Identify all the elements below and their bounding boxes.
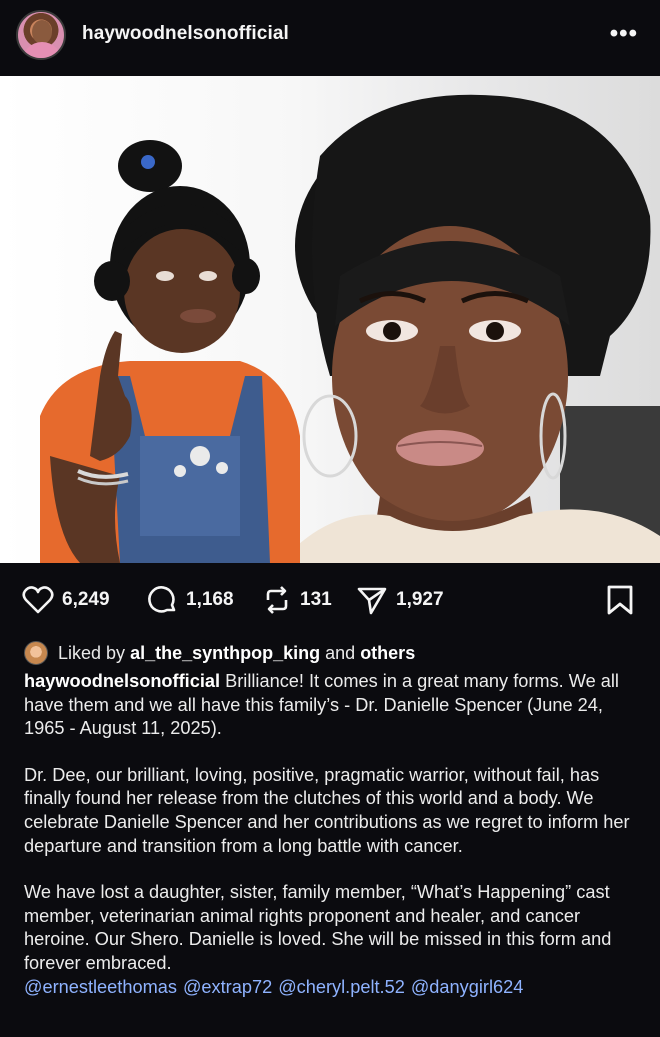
post-image[interactable] bbox=[0, 76, 660, 563]
comment-action[interactable]: 1,168 bbox=[146, 580, 234, 620]
send-icon[interactable] bbox=[356, 584, 388, 616]
more-options-icon[interactable]: ••• bbox=[610, 22, 638, 46]
post-actions: 6,249 1,168 131 1,927 bbox=[0, 580, 660, 620]
heart-icon[interactable] bbox=[22, 585, 54, 615]
caption-mentions: @ernestleethomas @extrap72 @cheryl.pelt.52… bbox=[24, 976, 640, 1000]
comment-icon[interactable] bbox=[146, 584, 178, 616]
profile-avatar[interactable] bbox=[16, 10, 66, 60]
bookmark-icon[interactable] bbox=[606, 584, 634, 616]
repost-count: 131 bbox=[300, 589, 332, 610]
caption-paragraph-2: Dr. Dee, our brilliant, loving, positive… bbox=[24, 764, 630, 856]
like-count: 6,249 bbox=[62, 589, 110, 610]
post-username[interactable]: haywoodnelsonofficial bbox=[82, 23, 289, 45]
liked-by-row: Liked by al_the_synthpop_king and others bbox=[24, 640, 415, 666]
share-action[interactable]: 1,927 bbox=[356, 580, 444, 620]
liker-avatar[interactable] bbox=[24, 641, 48, 665]
avatar-shirt bbox=[22, 42, 62, 58]
avatar-face bbox=[32, 20, 52, 44]
liked-by-others[interactable]: others bbox=[360, 643, 415, 664]
caption-paragraph-1: haywoodnelsonofficial Brilliance! It com… bbox=[24, 670, 640, 741]
liked-by-connector: and bbox=[325, 642, 356, 663]
post-photo-illustration bbox=[40, 94, 660, 563]
mention-link[interactable]: @danygirl624 bbox=[411, 977, 524, 997]
repost-icon[interactable] bbox=[262, 584, 292, 616]
liked-by-prefix: Liked by bbox=[58, 642, 126, 663]
mention-link[interactable]: @extrap72 bbox=[183, 977, 272, 997]
save-button[interactable] bbox=[606, 584, 634, 621]
caption-paragraph-3: We have lost a daughter, sister, family … bbox=[24, 882, 612, 973]
liked-by-user[interactable]: al_the_synthpop_king bbox=[130, 643, 320, 664]
repost-action[interactable]: 131 bbox=[262, 580, 332, 620]
post-header: haywoodnelsonofficial ••• bbox=[0, 0, 660, 74]
caption-username[interactable]: haywoodnelsonofficial bbox=[24, 671, 220, 691]
comment-count: 1,168 bbox=[186, 589, 234, 610]
mention-link[interactable]: @cheryl.pelt.52 bbox=[278, 977, 405, 997]
post-caption: haywoodnelsonofficial Brilliance! It com… bbox=[24, 670, 640, 999]
share-count: 1,927 bbox=[396, 589, 444, 610]
mention-link[interactable]: @ernestleethomas bbox=[24, 977, 177, 997]
like-action[interactable]: 6,249 bbox=[22, 580, 110, 620]
